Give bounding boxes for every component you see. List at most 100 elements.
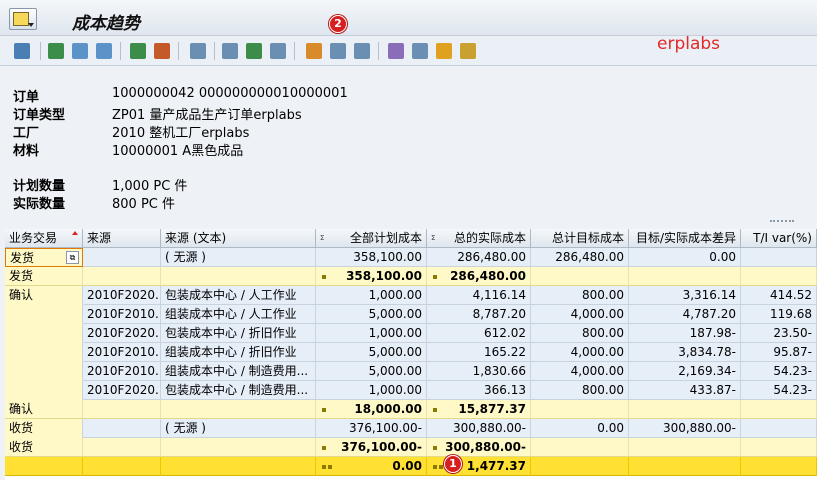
cell-transaction[interactable] xyxy=(5,457,83,476)
cell-source[interactable] xyxy=(83,438,161,457)
grid-icon[interactable] xyxy=(306,43,322,59)
cell-variance[interactable] xyxy=(629,267,741,286)
cell-variance[interactable]: 3,316.14 xyxy=(629,286,741,305)
cell-transaction[interactable]: 确认 xyxy=(5,286,83,305)
cell-source[interactable]: 2010F2010... xyxy=(83,362,161,381)
cell-variance[interactable] xyxy=(629,457,741,476)
cell-target-cost[interactable] xyxy=(531,457,629,476)
cell-plan-cost[interactable]: 1,000.00 xyxy=(316,286,427,305)
cell-variance[interactable]: 433.87- xyxy=(629,381,741,400)
table-row[interactable]: 2010F2020... 包装成本中心 / 折旧作业 1,000.00 612.02 8… xyxy=(5,324,817,343)
cell-transaction[interactable]: 收货 xyxy=(5,438,83,457)
cell-var-pct[interactable]: 414.52 xyxy=(741,286,817,305)
expand-popup-icon[interactable]: ⧉ xyxy=(66,251,79,264)
cell-variance[interactable]: 0.00 xyxy=(629,248,741,267)
cell-target-cost[interactable]: 800.00 xyxy=(531,286,629,305)
cell-transaction[interactable] xyxy=(5,305,83,324)
cell-source[interactable] xyxy=(83,457,161,476)
col-header-plan-cost[interactable]: Σ 全部计划成本 xyxy=(316,229,427,248)
cell-source[interactable] xyxy=(83,248,161,267)
cell-actual-cost[interactable]: 612.02 xyxy=(427,324,531,343)
cell-actual-cost[interactable]: 1,477.37 xyxy=(427,457,531,476)
subtotal-row[interactable]: 收货 376,100.00- 300,880.00- xyxy=(5,438,817,457)
col-header-source-text[interactable]: 来源 (文本) xyxy=(161,229,316,248)
cell-source[interactable]: 2010F2020... xyxy=(83,324,161,343)
export-icon[interactable] xyxy=(222,43,238,59)
cell-transaction[interactable] xyxy=(5,343,83,362)
cell-source[interactable]: 2010F2020... xyxy=(83,381,161,400)
cell-plan-cost[interactable]: 0.00 xyxy=(316,457,427,476)
cell-variance[interactable]: 187.98- xyxy=(629,324,741,343)
cell-variance[interactable]: 4,787.20 xyxy=(629,305,741,324)
refresh-icon[interactable] xyxy=(14,43,30,59)
cell-transaction[interactable] xyxy=(5,362,83,381)
cell-target-cost[interactable]: 0.00 xyxy=(531,419,629,438)
cell-variance[interactable]: 300,880.00- xyxy=(629,419,741,438)
cell-source-text[interactable] xyxy=(161,457,316,476)
cell-target-cost[interactable] xyxy=(531,267,629,286)
cell-transaction[interactable] xyxy=(5,324,83,343)
table-row[interactable]: 发货 ⧉ ( 无源 ) 358,100.00 286,480.00 286,480.00 0… xyxy=(5,248,817,267)
cell-variance[interactable]: 2,169.34- xyxy=(629,362,741,381)
graph-icon[interactable] xyxy=(388,43,404,59)
sum-icon[interactable] xyxy=(130,43,146,59)
cell-actual-cost[interactable]: 15,877.37 xyxy=(427,400,531,419)
cell-target-cost[interactable]: 286,480.00 xyxy=(531,248,629,267)
cell-var-pct[interactable]: 23.50- xyxy=(741,324,817,343)
cell-variance[interactable]: 3,834.78- xyxy=(629,343,741,362)
cell-var-pct[interactable]: 119.68 xyxy=(741,305,817,324)
cell-source-text[interactable]: 包装成本中心 / 折旧作业 xyxy=(161,324,316,343)
cell-var-pct[interactable] xyxy=(741,248,817,267)
cell-variance[interactable] xyxy=(629,400,741,419)
cell-plan-cost[interactable]: 376,100.00- xyxy=(316,419,427,438)
filter-clear-icon[interactable] xyxy=(96,43,112,59)
cell-actual-cost[interactable]: 4,116.14 xyxy=(427,286,531,305)
cell-actual-cost[interactable]: 300,880.00- xyxy=(427,419,531,438)
cell-actual-cost[interactable]: 366.13 xyxy=(427,381,531,400)
cell-source-text[interactable]: 包装成本中心 / 人工作业 xyxy=(161,286,316,305)
col-header-actual-cost[interactable]: Σ 总的实际成本 xyxy=(427,229,531,248)
col-header-var-pct[interactable]: T/I var(%) xyxy=(741,229,817,248)
cell-actual-cost[interactable]: 286,480.00 xyxy=(427,267,531,286)
cell-transaction[interactable]: 收货 xyxy=(5,419,83,438)
cell-source[interactable]: 2010F2020... xyxy=(83,286,161,305)
table-row[interactable]: 2010F2010... 组装成本中心 / 折旧作业 5,000.00 165.22 4… xyxy=(5,343,817,362)
details-icon[interactable] xyxy=(190,43,206,59)
subtotal-icon[interactable] xyxy=(154,43,170,59)
col-header-target-cost[interactable]: 总计目标成本 xyxy=(531,229,629,248)
cell-var-pct[interactable] xyxy=(741,419,817,438)
cell-var-pct[interactable]: 54.23- xyxy=(741,362,817,381)
cell-plan-cost[interactable]: 358,100.00 xyxy=(316,248,427,267)
col-header-transaction[interactable]: 业务交易 xyxy=(5,229,83,248)
cell-var-pct[interactable] xyxy=(741,457,817,476)
cell-actual-cost[interactable]: 300,880.00- xyxy=(427,438,531,457)
cell-target-cost[interactable] xyxy=(531,438,629,457)
cell-actual-cost[interactable]: 1,830.66 xyxy=(427,362,531,381)
table-row[interactable]: 2010F2010... 组装成本中心 / 人工作业 5,000.00 8,787.2… xyxy=(5,305,817,324)
col-header-source[interactable]: 来源 xyxy=(83,229,161,248)
cell-source-text[interactable] xyxy=(161,267,316,286)
cell-transaction[interactable]: 发货 xyxy=(5,267,83,286)
splitter-handle[interactable] xyxy=(770,220,794,224)
cell-target-cost[interactable]: 800.00 xyxy=(531,381,629,400)
table-row[interactable]: 2010F2020... 包装成本中心 / 制造费用... 1,000.00 366.… xyxy=(5,381,817,400)
cell-plan-cost[interactable]: 18,000.00 xyxy=(316,400,427,419)
cell-actual-cost[interactable]: 8,787.20 xyxy=(427,305,531,324)
cell-source-text[interactable]: ( 无源 ) xyxy=(161,248,316,267)
layout-icon[interactable] xyxy=(270,43,286,59)
col-header-variance[interactable]: 目标/实际成本差异 xyxy=(629,229,741,248)
cell-source[interactable]: 2010F2010... xyxy=(83,343,161,362)
cell-target-cost[interactable]: 4,000.00 xyxy=(531,305,629,324)
cell-source[interactable] xyxy=(83,419,161,438)
filter-icon[interactable] xyxy=(72,43,88,59)
columns-icon[interactable] xyxy=(330,43,346,59)
cell-variance[interactable] xyxy=(629,438,741,457)
cell-plan-cost[interactable]: 5,000.00 xyxy=(316,362,427,381)
cell-var-pct[interactable] xyxy=(741,267,817,286)
cell-plan-cost[interactable]: 358,100.00 xyxy=(316,267,427,286)
cell-target-cost[interactable]: 4,000.00 xyxy=(531,362,629,381)
cell-transaction[interactable] xyxy=(5,381,83,400)
cell-target-cost[interactable]: 4,000.00 xyxy=(531,343,629,362)
cell-actual-cost[interactable]: 165.22 xyxy=(427,343,531,362)
system-menu-button[interactable] xyxy=(9,8,37,30)
